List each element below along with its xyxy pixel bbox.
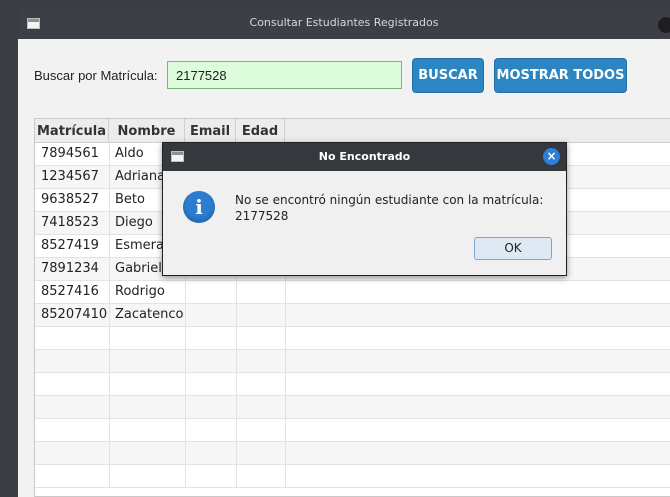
table-cell: 9638527 bbox=[41, 192, 99, 207]
table-cell: 8527416 bbox=[41, 284, 99, 299]
not-found-dialog: No Encontrado × i No se encontró ningún … bbox=[162, 142, 567, 276]
table-cell bbox=[236, 281, 285, 303]
col-header-nombre[interactable]: Nombre bbox=[109, 119, 185, 142]
table-cell: 85207410 bbox=[41, 307, 108, 322]
table-cell: Rodrigo bbox=[115, 284, 165, 299]
table-row[interactable] bbox=[35, 442, 670, 465]
col-header-email[interactable]: Email bbox=[185, 119, 236, 142]
cell-border bbox=[35, 327, 110, 349]
cell-border bbox=[236, 396, 286, 418]
cell-border bbox=[35, 419, 110, 441]
cell-border bbox=[236, 350, 286, 372]
table-cell: 8527419 bbox=[41, 238, 99, 253]
cell-border bbox=[185, 442, 237, 464]
cell-border bbox=[185, 327, 237, 349]
cell-border bbox=[35, 396, 110, 418]
cell-border bbox=[185, 396, 237, 418]
col-header-edad[interactable]: Edad bbox=[236, 119, 285, 142]
title-bar[interactable]: Consultar Estudiantes Registrados bbox=[18, 8, 670, 39]
cell-border bbox=[185, 465, 237, 487]
table-row[interactable] bbox=[35, 465, 670, 488]
table-row[interactable]: 85207410 Zacatenco bbox=[35, 304, 670, 327]
cell-border bbox=[109, 396, 186, 418]
cell-border bbox=[35, 350, 110, 372]
cell-border bbox=[109, 442, 186, 464]
cell-border bbox=[236, 373, 286, 395]
table-row[interactable] bbox=[35, 373, 670, 396]
table-cell: 7894561 bbox=[41, 146, 99, 161]
window-title: Consultar Estudiantes Registrados bbox=[249, 16, 439, 29]
table-row[interactable] bbox=[35, 327, 670, 350]
mostrar-todos-button[interactable]: MOSTRAR TODOS bbox=[494, 58, 627, 93]
cell-border bbox=[35, 465, 110, 487]
cell-border bbox=[236, 442, 286, 464]
dialog-message-line2: 2177528 bbox=[235, 209, 289, 223]
cell-border bbox=[185, 373, 237, 395]
cell-border bbox=[236, 419, 286, 441]
cell-border bbox=[185, 419, 237, 441]
cell-border bbox=[35, 373, 110, 395]
table-cell bbox=[185, 304, 236, 326]
cell-border bbox=[236, 327, 286, 349]
dialog-title-bar[interactable]: No Encontrado × bbox=[163, 143, 566, 171]
table-row[interactable] bbox=[35, 396, 670, 419]
cell-border bbox=[185, 350, 237, 372]
buscar-button[interactable]: BUSCAR bbox=[412, 58, 484, 93]
table-cell bbox=[236, 304, 285, 326]
cell-border bbox=[109, 327, 186, 349]
table-row[interactable]: 8527416 Rodrigo bbox=[35, 281, 670, 304]
dialog-close-icon[interactable]: × bbox=[543, 148, 560, 165]
table-row[interactable] bbox=[35, 419, 670, 442]
cell-border bbox=[35, 442, 110, 464]
close-icon[interactable] bbox=[658, 17, 670, 33]
cell-border bbox=[236, 465, 286, 487]
search-label: Buscar por Matrícula: bbox=[34, 68, 158, 83]
table-cell: 7891234 bbox=[41, 261, 99, 276]
cell-border bbox=[109, 419, 186, 441]
dialog-message: No se encontró ningún estudiante con la … bbox=[235, 192, 555, 224]
table-cell: 7418523 bbox=[41, 215, 99, 230]
col-header-matricula[interactable]: Matrícula bbox=[35, 119, 109, 142]
search-input[interactable]: 2177528 bbox=[167, 61, 402, 89]
cell-border bbox=[109, 465, 186, 487]
cell-border bbox=[109, 373, 186, 395]
cell-border bbox=[109, 350, 186, 372]
dialog-message-line1: No se encontró ningún estudiante con la … bbox=[235, 193, 544, 207]
table-header: Matrícula Nombre Email Edad bbox=[35, 119, 670, 143]
table-row[interactable] bbox=[35, 350, 670, 373]
ok-button[interactable]: OK bbox=[474, 237, 552, 260]
info-icon: i bbox=[183, 191, 215, 223]
dialog-title: No Encontrado bbox=[318, 150, 411, 163]
main-window: Consultar Estudiantes Registrados Buscar… bbox=[18, 8, 670, 497]
table-cell: 1234567 bbox=[41, 169, 99, 184]
table-cell bbox=[185, 281, 236, 303]
table-cell: Zacatenco bbox=[115, 307, 184, 322]
